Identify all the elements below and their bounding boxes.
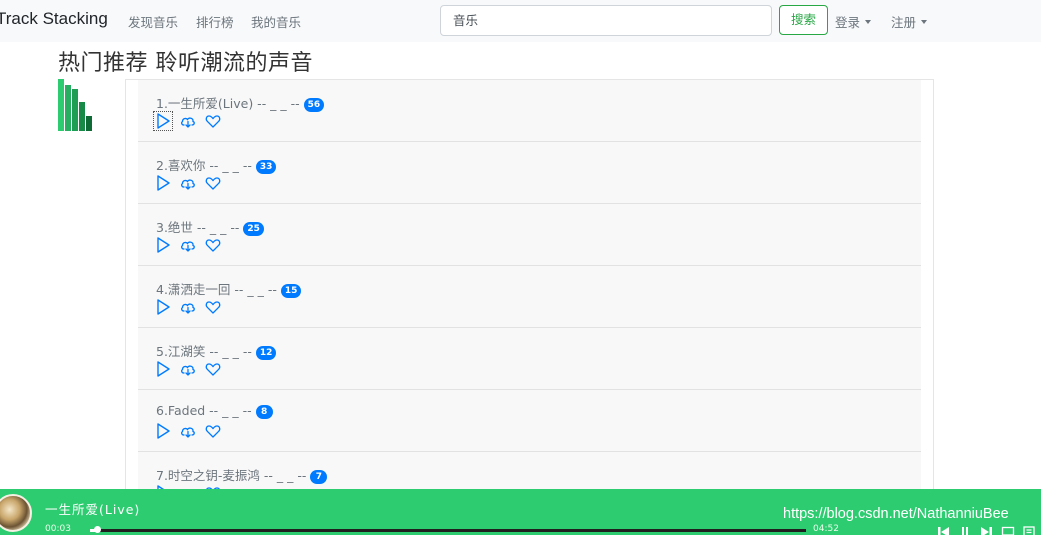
pause-icon[interactable] [958, 523, 972, 537]
chevron-down-icon [921, 20, 928, 24]
search-button[interactable]: 搜索 [779, 5, 828, 35]
nav-link-charts[interactable]: 排行榜 [196, 12, 234, 31]
login-label: 登录 [835, 15, 861, 30]
navbar: Track Stacking 发现音乐 排行榜 我的音乐 音乐 搜索 登录 注册 [0, 0, 1041, 42]
current-time: 00:03 [45, 524, 71, 534]
play-count-badge: 33 [255, 160, 277, 174]
logo-bar [72, 89, 78, 131]
song-title[interactable]: 7.时空之钥-麦振鸿 -- _ _ -- 7 [156, 465, 328, 484]
nav-link-discover-music[interactable]: 发现音乐 [128, 12, 178, 31]
play-count-badge: 15 [280, 284, 302, 298]
watermark-url: https://blog.csdn.net/NathanniuBee [783, 506, 1009, 522]
download-cloud-icon[interactable] [179, 422, 197, 440]
play-icon[interactable] [154, 236, 172, 254]
song-title[interactable]: 4.潇洒走一回 -- _ _ -- 15 [156, 279, 302, 298]
skip-back-icon[interactable] [937, 523, 951, 537]
download-cloud-icon[interactable] [179, 174, 197, 192]
play-icon[interactable] [154, 360, 172, 378]
play-count-badge: 8 [255, 405, 273, 419]
heart-icon[interactable] [204, 360, 222, 378]
page-title: 热门推荐 聆听潮流的声音 [58, 51, 313, 76]
equalizer-logo-icon [58, 79, 100, 131]
song-title[interactable]: 2.喜欢你 -- _ _ -- 33 [156, 155, 277, 174]
register-dropdown[interactable]: 注册 [891, 12, 928, 31]
logo-bar [79, 102, 85, 131]
logo-bar [65, 85, 71, 131]
song-title[interactable]: 6.Faded -- _ _ -- 8 [156, 403, 273, 419]
logo-bar [86, 116, 92, 131]
song-row: 6.Faded -- _ _ -- 8 [138, 390, 921, 452]
play-count-badge: 25 [243, 222, 264, 236]
duration-time: 04:52 [813, 524, 839, 534]
play-icon[interactable] [154, 422, 172, 440]
skip-forward-icon[interactable] [979, 523, 993, 537]
song-row: 4.潇洒走一回 -- _ _ -- 15 [138, 266, 921, 328]
download-cloud-icon[interactable] [179, 112, 197, 130]
album-cover[interactable] [0, 494, 32, 532]
music-player-bar: 一生所爱(Live) 00:03 04:52 https://blog.csdn… [0, 489, 1041, 538]
download-cloud-icon[interactable] [179, 236, 197, 254]
now-playing-title: 一生所爱(Live) [45, 502, 141, 517]
nav-link-my-music[interactable]: 我的音乐 [251, 12, 301, 31]
screen-icon[interactable] [1001, 523, 1015, 538]
heart-icon[interactable] [204, 236, 222, 254]
brand-logo-text[interactable]: Track Stacking [0, 9, 108, 29]
play-icon[interactable] [154, 298, 172, 316]
playlist-icon[interactable] [1022, 523, 1036, 538]
play-icon[interactable] [154, 174, 172, 192]
song-row: 2.喜欢你 -- _ _ -- 33 [138, 142, 921, 204]
progress-bar[interactable] [90, 526, 806, 533]
song-row: 5.江湖笑 -- _ _ -- 12 [138, 328, 921, 390]
song-title[interactable]: 1.一生所爱(Live) -- _ _ -- 56 [156, 93, 325, 112]
song-list-panel: 1.一生所爱(Live) -- _ _ -- 56 2.喜欢你 -- _ _ --… [125, 79, 934, 499]
download-cloud-icon[interactable] [179, 298, 197, 316]
play-count-badge: 56 [303, 98, 325, 112]
heart-icon[interactable] [204, 298, 222, 316]
login-dropdown[interactable]: 登录 [835, 12, 872, 31]
song-row: 3.绝世 -- _ _ -- 25 [138, 204, 921, 266]
play-icon[interactable] [153, 111, 173, 131]
heart-icon[interactable] [204, 174, 222, 192]
song-title[interactable]: 5.江湖笑 -- _ _ -- 12 [156, 341, 277, 360]
chevron-down-icon [865, 20, 872, 24]
heart-icon[interactable] [204, 422, 222, 440]
play-count-badge: 12 [255, 346, 277, 360]
heart-icon[interactable] [204, 112, 222, 130]
download-cloud-icon[interactable] [179, 360, 197, 378]
play-count-badge: 7 [310, 470, 328, 484]
logo-bar [58, 79, 64, 131]
song-title[interactable]: 3.绝世 -- _ _ -- 25 [156, 217, 264, 236]
song-row: 1.一生所爱(Live) -- _ _ -- 56 [138, 80, 921, 142]
search-input[interactable]: 音乐 [440, 5, 772, 36]
progress-knob[interactable] [94, 526, 102, 533]
register-label: 注册 [891, 15, 917, 30]
